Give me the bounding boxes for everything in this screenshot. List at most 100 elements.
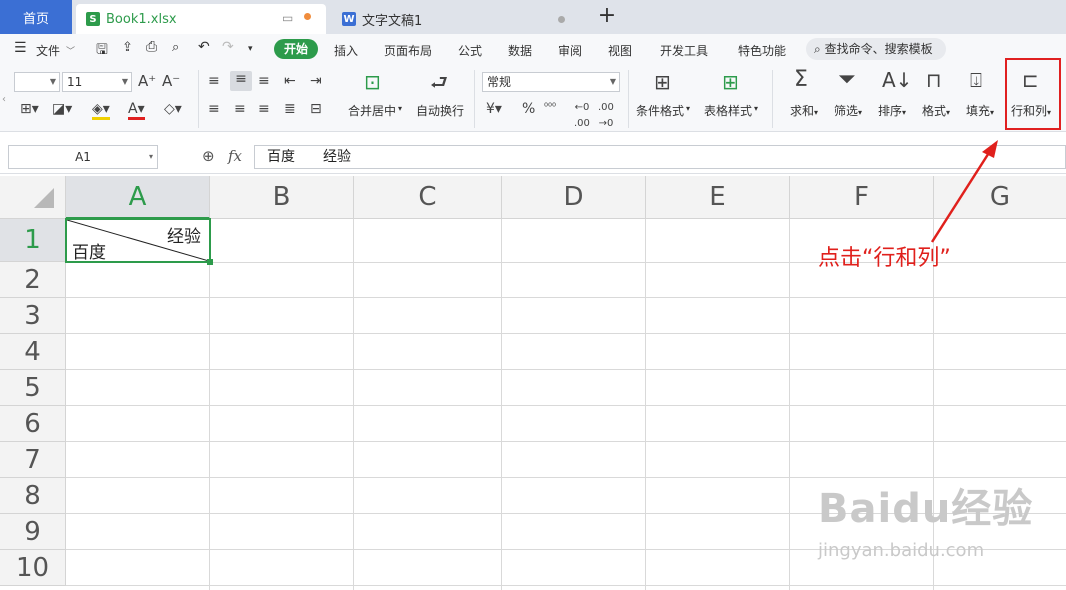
row-header-6[interactable]: 6 — [0, 406, 66, 442]
tab-doc1[interactable]: W 文字文稿1 — [332, 4, 578, 34]
currency-icon[interactable]: ¥▾ — [486, 101, 502, 117]
menu-developer[interactable]: 开发工具 — [660, 42, 708, 59]
column-header-a[interactable]: A — [66, 176, 210, 219]
menu-features[interactable]: 特色功能 — [738, 42, 786, 59]
justify-icon[interactable]: ≣ — [284, 101, 296, 117]
align-top-icon[interactable]: ≡ — [208, 73, 220, 89]
tab-home[interactable]: 首页 — [0, 0, 72, 34]
percent-icon[interactable]: % — [522, 101, 535, 117]
chevron-down-icon[interactable]: ▾ — [686, 104, 690, 113]
column-header-e[interactable]: E — [646, 176, 790, 219]
sort-button[interactable]: 排序▾ — [878, 102, 906, 119]
column-header-d[interactable]: D — [502, 176, 646, 219]
cell-style-icon[interactable]: ◪▾ — [52, 101, 72, 117]
align-bottom-icon[interactable]: ≡ — [258, 73, 270, 89]
menu-review[interactable]: 审阅 — [558, 42, 582, 59]
row-header-1[interactable]: 1 — [0, 219, 66, 262]
row-header-3[interactable]: 3 — [0, 298, 66, 334]
filter-icon[interactable]: ⏷ — [838, 69, 856, 91]
grid-line — [66, 369, 1066, 370]
table-style-button[interactable]: 表格样式 — [704, 102, 752, 119]
select-all-corner[interactable] — [0, 176, 66, 219]
format-button[interactable]: 格式▾ — [922, 102, 950, 119]
indent-decrease-icon[interactable]: ⇤ — [284, 73, 296, 89]
font-name-combo[interactable]: ▼ — [14, 72, 60, 92]
export-icon[interactable]: ⇪ — [122, 40, 133, 55]
thousands-separator-icon[interactable]: ⁰⁰⁰ — [544, 100, 556, 116]
merge-center-icon[interactable]: ⊡ — [364, 72, 381, 92]
hamburger-icon[interactable]: ☰ — [14, 40, 27, 56]
number-format-combo[interactable]: 常规 ▼ — [482, 72, 620, 92]
font-color-icon[interactable]: A▾ — [128, 101, 145, 120]
wrap-text-button[interactable]: 自动换行 — [416, 102, 464, 119]
decrease-font-icon[interactable]: A⁻ — [162, 73, 180, 89]
align-center-icon[interactable]: ≡ — [234, 101, 246, 117]
wrap-text-icon[interactable]: ⮐ — [430, 72, 448, 92]
add-tab-button[interactable]: + — [594, 4, 620, 30]
tab-close-dot-icon[interactable] — [558, 16, 565, 23]
filter-button[interactable]: 筛选▾ — [834, 102, 862, 119]
row-header-2[interactable]: 2 — [0, 262, 66, 298]
fx-icon[interactable]: fx — [228, 147, 242, 165]
fill-down-icon[interactable]: ⍗ — [970, 70, 982, 90]
fill-color-icon[interactable]: ◈▾ — [92, 101, 110, 120]
ribbon-scroll-left-icon[interactable]: ‹ — [2, 92, 6, 108]
cell-a1[interactable]: 经验 百度 — [65, 218, 213, 265]
save-icon[interactable]: 🖫 — [96, 39, 108, 63]
fill-button[interactable]: 填充▾ — [966, 102, 994, 119]
distributed-icon[interactable]: ⊟ — [310, 101, 322, 117]
sum-icon[interactable]: Σ — [794, 69, 808, 91]
format-icon[interactable]: ⊓ — [926, 70, 942, 90]
row-header-7[interactable]: 7 — [0, 442, 66, 478]
print-preview-icon[interactable]: ⌕ — [172, 40, 179, 55]
table-style-icon[interactable]: ⊞ — [722, 72, 739, 92]
conditional-format-button[interactable]: 条件格式 — [636, 102, 684, 119]
name-box[interactable]: A1 ▾ — [8, 145, 158, 169]
chevron-down-icon[interactable]: ﹀ — [66, 44, 75, 57]
monitor-icon[interactable]: ▭ — [282, 11, 293, 25]
redo-icon[interactable]: ↷ — [222, 39, 234, 55]
font-size-combo[interactable]: 11 ▼ — [62, 72, 132, 92]
increase-decimal-icon[interactable]: ←0.00 — [574, 100, 590, 132]
menu-data[interactable]: 数据 — [508, 42, 532, 59]
cell-a1-top-text: 经验 — [167, 227, 201, 247]
indent-increase-icon[interactable]: ⇥ — [310, 73, 322, 89]
conditional-format-icon[interactable]: ⊞ — [654, 72, 671, 92]
formula-bar: A1 ▾ ⊕ fx 百度 经验 — [0, 140, 1066, 174]
menu-page-layout[interactable]: 页面布局 — [384, 42, 432, 59]
align-left-icon[interactable]: ≡ — [208, 101, 220, 117]
decrease-decimal-icon[interactable]: .00 →0 — [598, 100, 614, 132]
column-header-c[interactable]: C — [354, 176, 502, 219]
print-icon[interactable]: ⎙ — [146, 39, 157, 55]
clear-format-icon[interactable]: ◇▾ — [164, 101, 182, 117]
row-header-5[interactable]: 5 — [0, 370, 66, 406]
unsaved-dot-icon[interactable] — [304, 13, 311, 20]
command-search[interactable]: ⌕ 查找命令、搜索模板 — [806, 38, 946, 60]
tab-book1[interactable]: S Book1.xlsx ▭ — [76, 4, 326, 34]
menu-formula[interactable]: 公式 — [458, 42, 482, 59]
align-right-icon[interactable]: ≡ — [258, 101, 270, 117]
row-header-8[interactable]: 8 — [0, 478, 66, 514]
undo-icon[interactable]: ↶ — [198, 39, 210, 55]
column-header-b[interactable]: B — [210, 176, 354, 219]
document-icon: W — [342, 12, 356, 26]
border-icon[interactable]: ⊞▾ — [20, 101, 39, 117]
align-middle-icon[interactable]: ≡ — [230, 71, 252, 91]
row-header-4[interactable]: 4 — [0, 334, 66, 370]
row-header-9[interactable]: 9 — [0, 514, 66, 550]
increase-font-icon[interactable]: A⁺ — [138, 73, 156, 89]
sort-icon[interactable]: A↓ — [882, 70, 912, 90]
column-header-f[interactable]: F — [790, 176, 934, 219]
menu-start[interactable]: 开始 — [274, 39, 318, 59]
quick-access-dropdown-icon[interactable]: ▾ — [248, 44, 253, 54]
menu-insert[interactable]: 插入 — [334, 42, 358, 59]
fill-handle[interactable] — [207, 259, 213, 265]
menu-view[interactable]: 视图 — [608, 42, 632, 59]
zoom-formula-icon[interactable]: ⊕ — [202, 147, 215, 165]
menu-file[interactable]: 文件 — [36, 42, 60, 59]
chevron-down-icon[interactable]: ▾ — [754, 104, 758, 113]
row-header-10[interactable]: 10 — [0, 550, 66, 586]
chevron-down-icon[interactable]: ▾ — [398, 104, 402, 113]
sum-button[interactable]: 求和▾ — [790, 102, 818, 119]
merge-center-button[interactable]: 合并居中 — [348, 102, 396, 119]
